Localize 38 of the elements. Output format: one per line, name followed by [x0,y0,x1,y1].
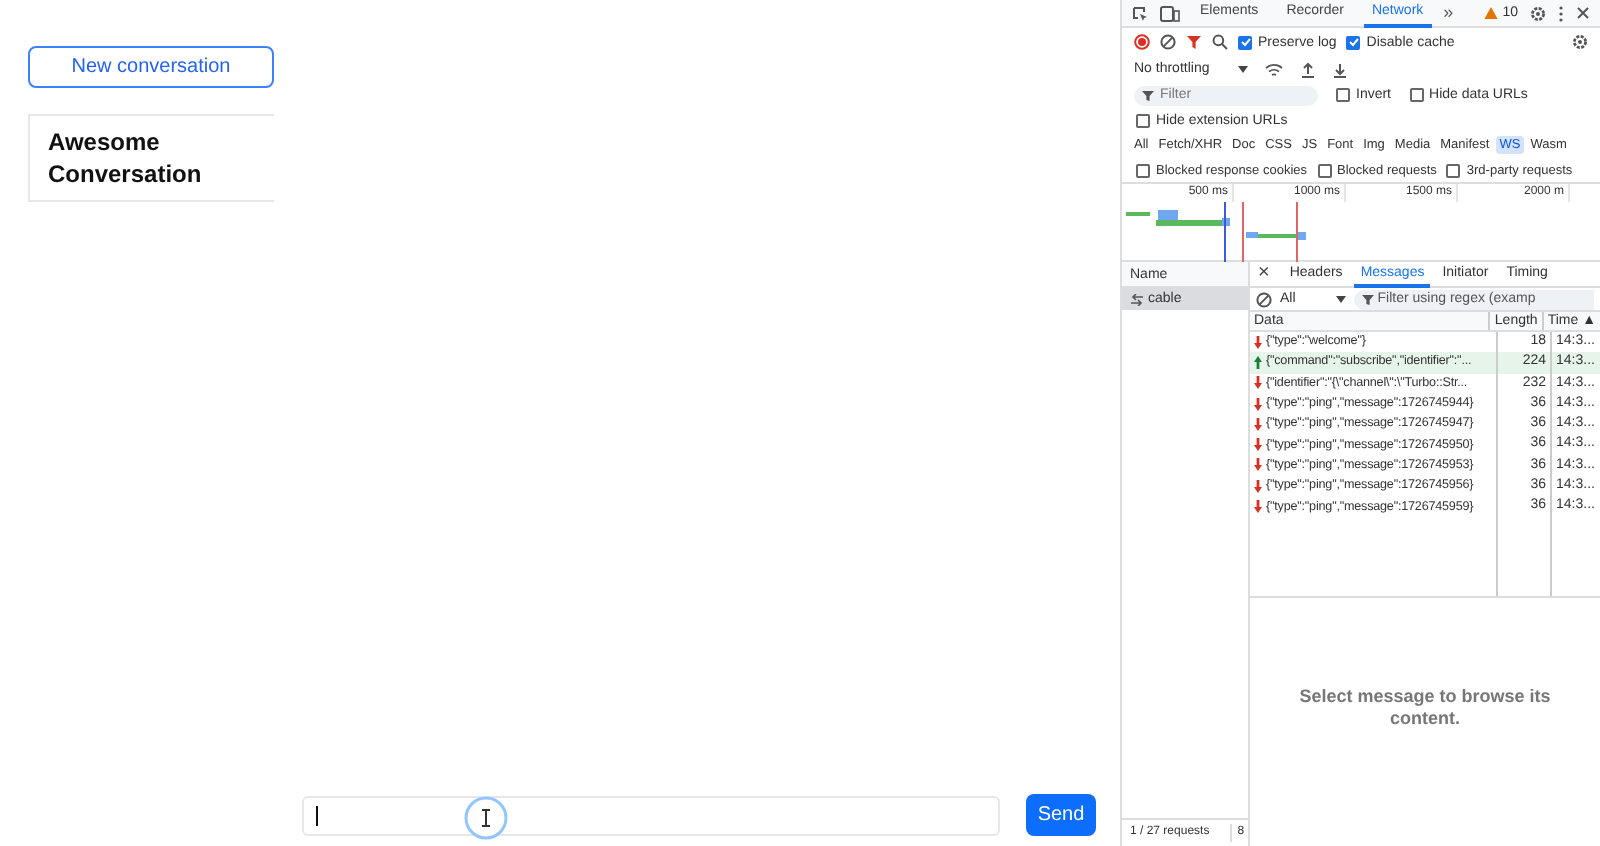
checkbox[interactable] [1446,163,1461,177]
record-icon[interactable] [1134,34,1150,50]
warning-icon [1484,6,1499,20]
filter-icon [1361,293,1374,305]
dropdown-arrow-icon [1335,295,1346,303]
close-button[interactable]: × [1258,264,1278,284]
search-icon[interactable] [1212,34,1228,50]
down-arrow-icon [1254,335,1262,350]
inspect-icon[interactable] [1132,5,1148,21]
new-conversation-button[interactable]: New conversation [28,46,274,88]
dropdown-arrow-icon [1237,65,1248,73]
network-conditions-icon[interactable] [1263,61,1284,77]
device-toolbar-icon[interactable] [1160,5,1180,21]
checkbox[interactable] [1317,163,1332,177]
conversation-card[interactable]: Awesome Conversation [28,114,274,202]
download-icon[interactable] [1331,61,1348,77]
send-button[interactable]: Send [1026,794,1096,836]
filter-icon [1142,89,1154,101]
checkbox[interactable] [1136,163,1150,177]
block-icon[interactable] [1256,291,1272,307]
conversation-title: Awesome Conversation [48,126,204,190]
text-caret [316,806,318,826]
upload-icon[interactable] [1299,61,1316,77]
message-input[interactable] [302,796,1000,836]
text-cursor-icon [464,796,508,840]
close-icon[interactable] [1576,6,1590,20]
settings-icon[interactable] [1572,34,1588,50]
checkbox[interactable] [1409,88,1424,102]
up-arrow-icon [1254,355,1262,370]
settings-icon[interactable] [1530,5,1546,21]
filter-icon[interactable] [1186,34,1202,50]
checkbox[interactable] [1336,88,1350,102]
clear-icon[interactable] [1160,34,1176,50]
checkbox[interactable] [1136,113,1150,127]
websocket-icon [1130,293,1144,305]
more-options-icon[interactable] [1558,5,1564,21]
more-tabs-button[interactable]: » [1443,4,1454,22]
empty-state-text: Select message to browse its content. [1297,686,1553,730]
